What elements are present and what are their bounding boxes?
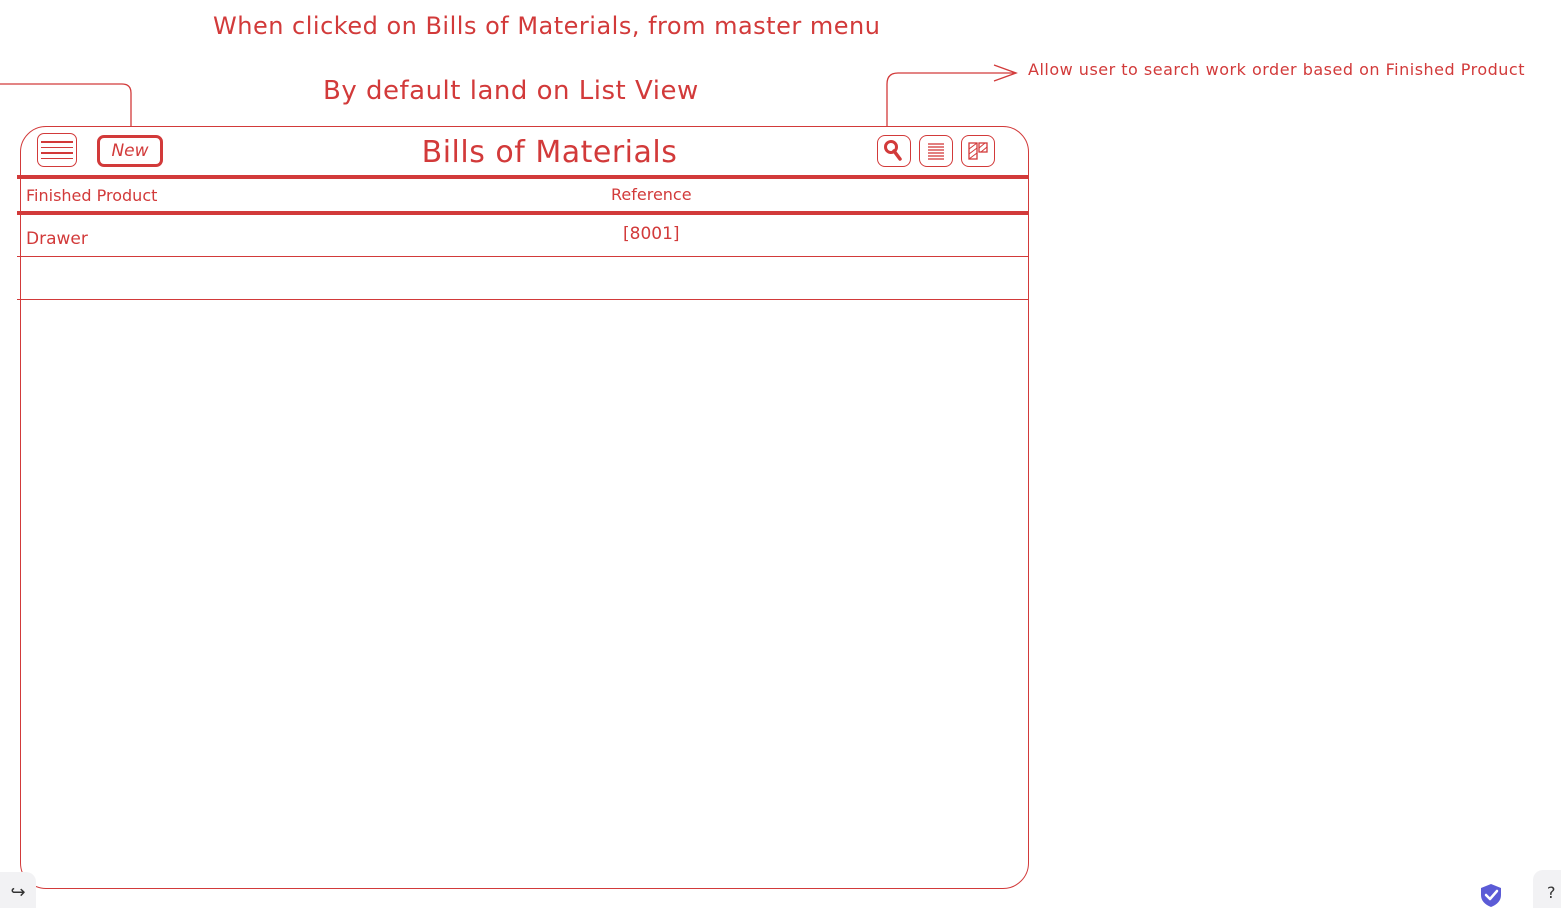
shield-check-icon (1481, 884, 1501, 907)
whiteboard-canvas: When clicked on Bills of Materials, from… (0, 0, 1561, 908)
toolbar: New Bills of Materials (21, 127, 1028, 177)
list-view-icon (928, 143, 944, 160)
help-icon: ? (1547, 882, 1556, 902)
menu-annotation: When clicked on Bills of Materials, from… (213, 12, 881, 40)
row-divider (17, 256, 1029, 257)
row-divider (17, 299, 1029, 300)
kanban-view-button[interactable] (961, 135, 995, 167)
kanban-view-icon (968, 142, 988, 160)
cell-reference: [8001] (623, 224, 680, 244)
column-header-divider (17, 211, 1029, 215)
bom-list-window: New Bills of Materials Finished Product … (17, 126, 1029, 889)
cell-finished-product: Drawer (26, 229, 88, 249)
search-icon (884, 140, 902, 161)
search-annotation: Allow user to search work order based on… (1028, 60, 1525, 79)
column-header-reference[interactable]: Reference (611, 185, 692, 204)
header-divider (17, 175, 1029, 179)
column-header-finished-product[interactable]: Finished Product (26, 186, 157, 205)
undo-arrow-icon: ↪ (10, 881, 26, 903)
default-view-annotation: By default land on List View (323, 76, 699, 106)
list-view-button[interactable] (919, 135, 953, 167)
help-button[interactable]: ? (1533, 870, 1561, 908)
undo-button[interactable]: ↪ (0, 872, 36, 908)
search-button[interactable] (877, 135, 911, 167)
